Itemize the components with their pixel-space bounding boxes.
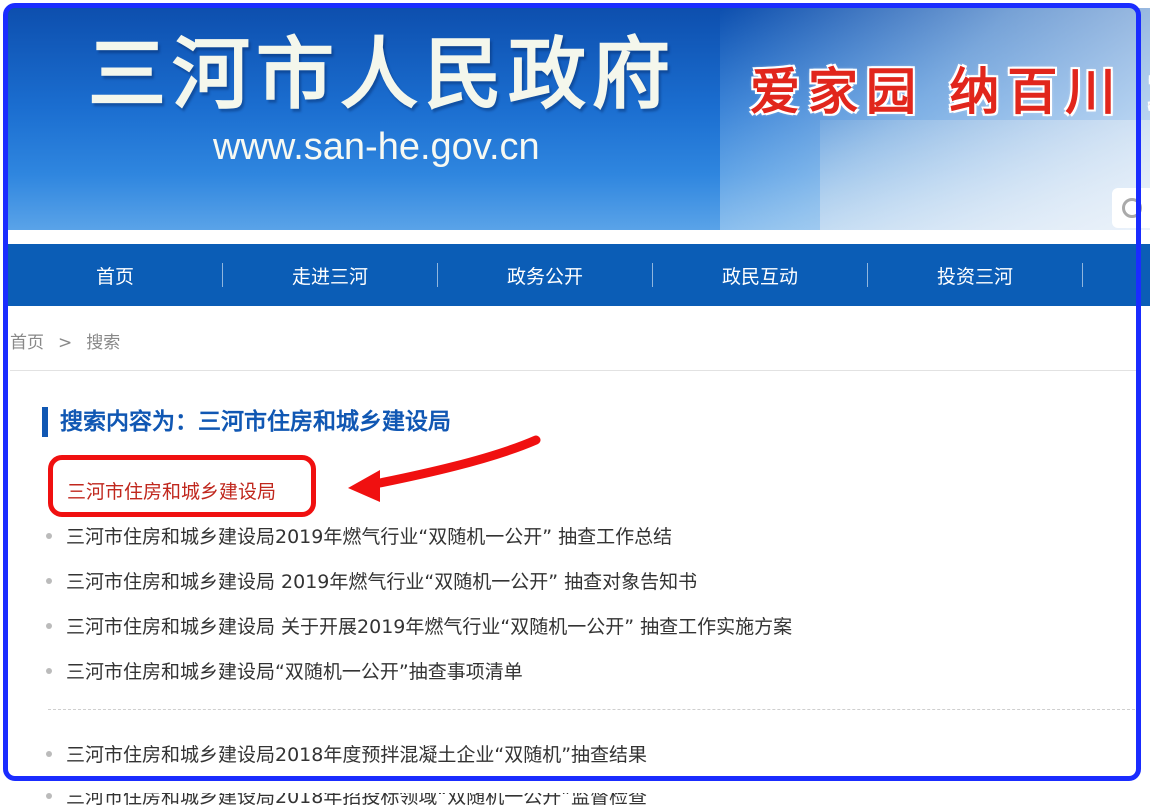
search-results: 三河市住房和城乡建设局 三河市住房和城乡建设局2019年燃气行业“双随机一公开”…: [0, 0, 1150, 808]
bullet-icon: [46, 792, 52, 799]
bullet-icon: [46, 667, 52, 674]
result-link[interactable]: 三河市住房和城乡建设局2019年燃气行业“双随机一公开” 抽查工作总结: [66, 526, 672, 548]
bullet-icon: [46, 622, 52, 629]
list-item[interactable]: 三河市住房和城乡建设局2018年度预拌混凝土企业“双随机”抽查结果: [46, 740, 647, 767]
list-item[interactable]: 三河市住房和城乡建设局2019年燃气行业“双随机一公开” 抽查工作总结: [46, 522, 672, 549]
list-item[interactable]: 三河市住房和城乡建设局“双随机一公开”抽查事项清单: [46, 657, 523, 684]
highlight-box: [48, 455, 316, 517]
result-link[interactable]: 三河市住房和城乡建设局 2019年燃气行业“双随机一公开” 抽查对象告知书: [66, 571, 697, 593]
red-arrow-icon: [348, 435, 541, 502]
list-item[interactable]: 三河市住房和城乡建设局 关于开展2019年燃气行业“双随机一公开” 抽查工作实施…: [46, 612, 792, 639]
list-item[interactable]: 三河市住房和城乡建设局 2019年燃气行业“双随机一公开” 抽查对象告知书: [46, 567, 697, 594]
bullet-icon: [46, 532, 52, 539]
page-bottom-edge: [0, 786, 1150, 793]
bullet-icon: [46, 577, 52, 584]
results-divider: [48, 709, 1140, 710]
result-link[interactable]: 三河市住房和城乡建设局“双随机一公开”抽查事项清单: [66, 661, 523, 683]
bullet-icon: [46, 750, 52, 757]
result-link[interactable]: 三河市住房和城乡建设局2018年度预拌混凝土企业“双随机”抽查结果: [66, 744, 647, 766]
result-link[interactable]: 三河市住房和城乡建设局 关于开展2019年燃气行业“双随机一公开” 抽查工作实施…: [66, 616, 792, 638]
